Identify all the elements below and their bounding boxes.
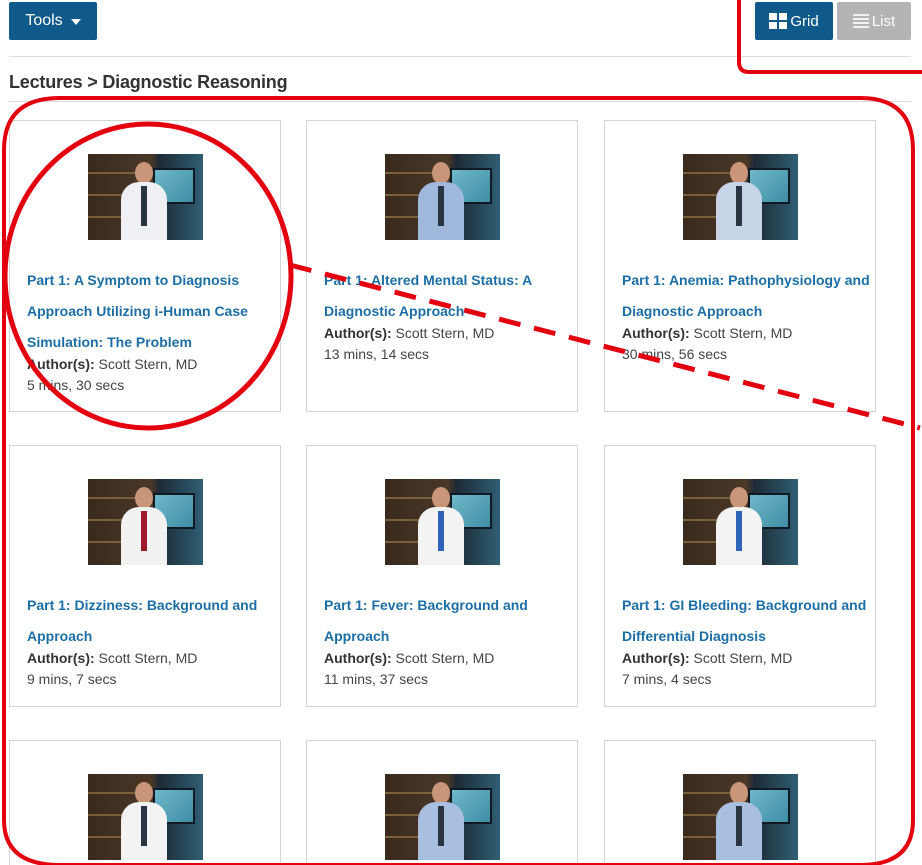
lecture-duration: 9 mins, 7 secs bbox=[27, 671, 117, 687]
author-prefix: Author(s): bbox=[622, 325, 690, 341]
author-prefix: Author(s): bbox=[27, 356, 95, 372]
list-icon bbox=[852, 14, 869, 28]
lecture-duration: 30 mins, 56 secs bbox=[622, 346, 728, 362]
lecture-duration: 13 mins, 14 secs bbox=[324, 346, 430, 362]
lecture-thumbnail[interactable] bbox=[385, 479, 500, 565]
lecture-duration: 11 mins, 37 secs bbox=[324, 671, 429, 687]
author-name: Scott Stern, MD bbox=[693, 325, 793, 341]
lecture-card[interactable] bbox=[604, 740, 876, 865]
author-prefix: Author(s): bbox=[324, 650, 392, 666]
caret-down-icon bbox=[70, 19, 81, 25]
tools-label: Tools bbox=[25, 12, 63, 29]
lecture-thumbnail[interactable] bbox=[88, 479, 203, 565]
author-prefix: Author(s): bbox=[622, 650, 690, 666]
lecture-thumbnail[interactable] bbox=[88, 154, 203, 240]
lecture-thumbnail[interactable] bbox=[683, 479, 798, 565]
lecture-meta: Author(s): Scott Stern, MD 30 mins, 56 s… bbox=[622, 323, 792, 365]
lecture-thumbnail[interactable] bbox=[385, 774, 500, 860]
divider bbox=[9, 56, 911, 57]
divider bbox=[9, 101, 911, 102]
author-name: Scott Stern, MD bbox=[98, 650, 198, 666]
lecture-meta: Author(s): Scott Stern, MD 11 mins, 37 s… bbox=[324, 648, 494, 690]
lecture-meta: Author(s): Scott Stern, MD 7 mins, 4 sec… bbox=[622, 648, 792, 690]
author-name: Scott Stern, MD bbox=[395, 325, 495, 341]
lecture-card[interactable]: Part 1: Altered Mental Status: A Diagnos… bbox=[306, 120, 578, 412]
lecture-library-page: Tools Grid List Lectures > Diagnostic Re… bbox=[0, 0, 922, 865]
lecture-thumbnail[interactable] bbox=[683, 154, 798, 240]
tools-dropdown-button[interactable]: Tools bbox=[9, 2, 97, 40]
author-name: Scott Stern, MD bbox=[395, 650, 495, 666]
lecture-card[interactable]: Part 1: Dizziness: Background and Approa… bbox=[9, 445, 281, 707]
lecture-card[interactable]: Part 1: A Symptom to Diagnosis Approach … bbox=[9, 120, 281, 412]
lecture-title-link[interactable]: Part 1: A Symptom to Diagnosis Approach … bbox=[27, 265, 277, 358]
lecture-thumbnail[interactable] bbox=[385, 154, 500, 240]
lecture-card[interactable]: Part 1: Anemia: Pathophysiology and Diag… bbox=[604, 120, 876, 412]
list-view-button[interactable]: List bbox=[837, 2, 911, 40]
grid-view-button[interactable]: Grid bbox=[755, 2, 833, 40]
author-prefix: Author(s): bbox=[324, 325, 392, 341]
lecture-title-link[interactable]: Part 1: Dizziness: Background and Approa… bbox=[27, 590, 277, 652]
lecture-meta: Author(s): Scott Stern, MD 5 mins, 30 se… bbox=[27, 354, 197, 396]
lecture-title-link[interactable]: Part 1: Anemia: Pathophysiology and Diag… bbox=[622, 265, 872, 327]
author-name: Scott Stern, MD bbox=[98, 356, 198, 372]
lecture-duration: 5 mins, 30 secs bbox=[27, 377, 125, 393]
lecture-card[interactable]: Part 1: Fever: Background and Approach A… bbox=[306, 445, 578, 707]
lecture-thumbnail[interactable] bbox=[683, 774, 798, 860]
lecture-title-link[interactable]: Part 1: Altered Mental Status: A Diagnos… bbox=[324, 265, 574, 327]
list-label: List bbox=[871, 12, 896, 30]
grid-icon bbox=[769, 13, 788, 29]
lecture-meta: Author(s): Scott Stern, MD 13 mins, 14 s… bbox=[324, 323, 494, 365]
lecture-thumbnail[interactable] bbox=[88, 774, 203, 860]
lecture-meta: Author(s): Scott Stern, MD 9 mins, 7 sec… bbox=[27, 648, 197, 690]
lecture-duration: 7 mins, 4 secs bbox=[622, 671, 712, 687]
lecture-card[interactable] bbox=[306, 740, 578, 865]
breadcrumb: Lectures > Diagnostic Reasoning bbox=[9, 72, 288, 92]
lecture-card[interactable] bbox=[9, 740, 281, 865]
grid-label: Grid bbox=[790, 12, 819, 30]
lecture-title-link[interactable]: Part 1: Fever: Background and Approach bbox=[324, 590, 574, 652]
lecture-title-link[interactable]: Part 1: GI Bleeding: Background and Diff… bbox=[622, 590, 872, 652]
author-prefix: Author(s): bbox=[27, 650, 95, 666]
author-name: Scott Stern, MD bbox=[693, 650, 793, 666]
lecture-card[interactable]: Part 1: GI Bleeding: Background and Diff… bbox=[604, 445, 876, 707]
